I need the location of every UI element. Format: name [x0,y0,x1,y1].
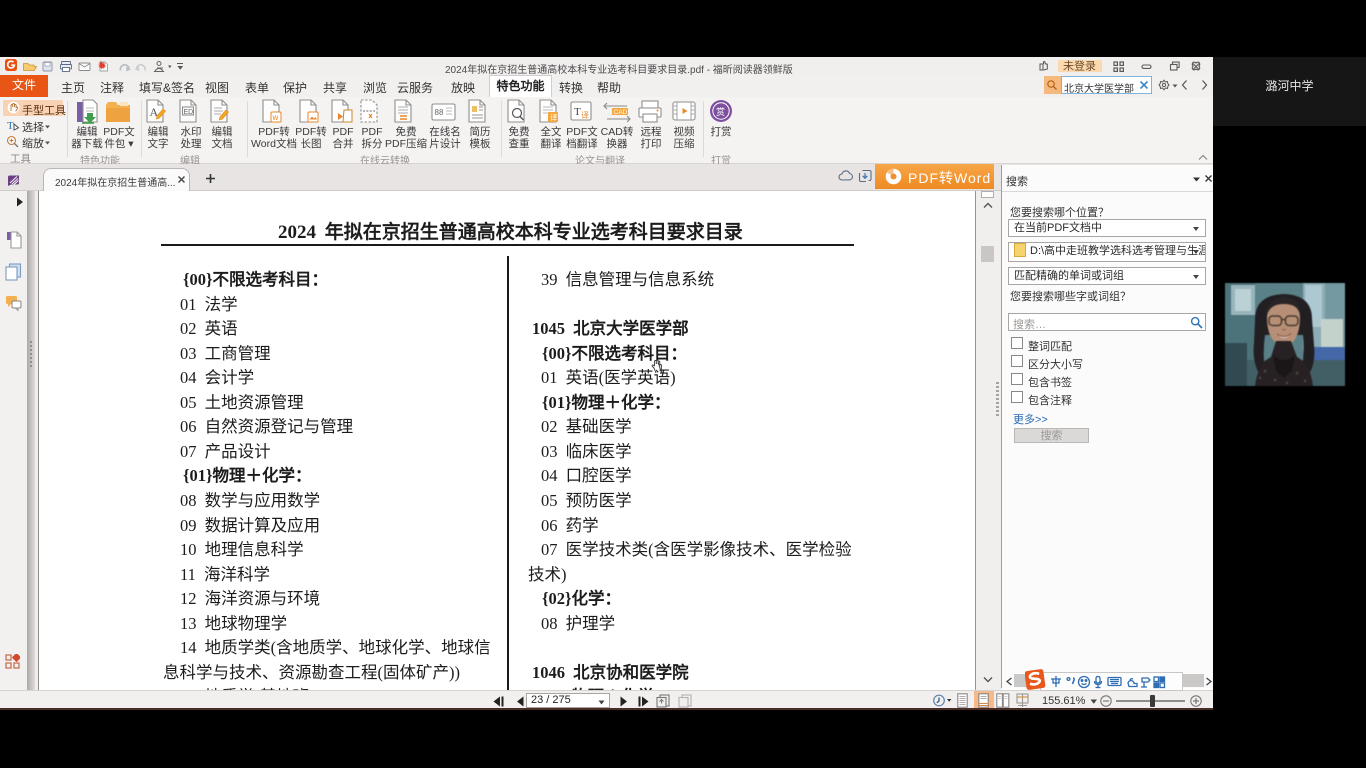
svg-text:88: 88 [435,108,444,117]
svg-text:w: w [272,113,279,122]
svg-text:CAD: CAD [614,109,628,116]
svg-text:译: 译 [550,113,558,122]
svg-text:ED: ED [184,109,194,116]
svg-text:译: 译 [581,111,589,120]
svg-text:T: T [574,106,581,118]
svg-text:赏: 赏 [716,106,725,117]
svg-text:未登录: 未登录 [1063,59,1096,73]
